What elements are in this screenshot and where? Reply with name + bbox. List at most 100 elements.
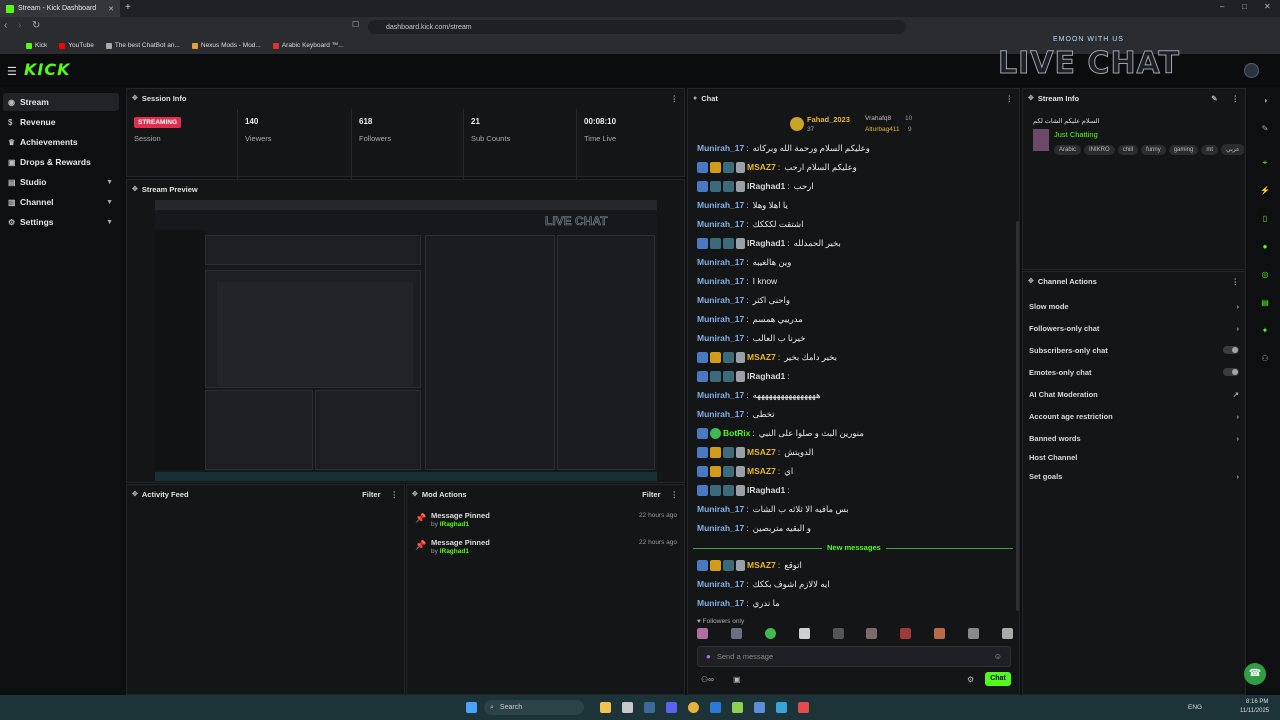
chat-username[interactable]: Munirah_17: [697, 257, 744, 267]
more-options-icon[interactable]: ⋮: [1232, 277, 1240, 286]
more-options-icon[interactable]: ⋮: [391, 490, 399, 499]
chat-username[interactable]: Munirah_17: [697, 390, 744, 400]
emote-icon[interactable]: [1001, 628, 1013, 639]
app-icon[interactable]: [710, 702, 721, 713]
hamburger-menu-icon[interactable]: ☰: [7, 65, 17, 78]
action-host-channel[interactable]: Host Channel: [1029, 450, 1239, 464]
emote-icon[interactable]: [900, 628, 912, 639]
emotes-only-toggle[interactable]: [1223, 368, 1239, 376]
new-tab-button[interactable]: +: [125, 2, 131, 13]
action-slow-mode[interactable]: Slow mode ›: [1029, 299, 1239, 313]
sidebar-item-revenue[interactable]: $ Revenue: [3, 113, 119, 131]
taskbar-search[interactable]: ⌕ Search: [484, 700, 584, 715]
chat-settings-icon[interactable]: ⚙: [967, 675, 974, 684]
bookmark-nexus[interactable]: Nexus Mods - Mod...: [191, 42, 261, 49]
more-options-icon[interactable]: ⋮: [671, 94, 679, 103]
sidebar-item-stream[interactable]: ◉ Stream: [3, 93, 119, 111]
user-avatar[interactable]: [1244, 63, 1259, 78]
drag-handle-icon[interactable]: ✥: [1028, 94, 1034, 102]
rail-people-icon[interactable]: ⚇: [1258, 354, 1272, 368]
chat-scrollbar[interactable]: [1016, 221, 1019, 611]
emote-icon[interactable]: [697, 628, 708, 639]
rail-crosshair-icon[interactable]: ⌖: [1258, 158, 1272, 172]
emote-icon[interactable]: [968, 628, 979, 639]
chat-username[interactable]: lRaghad1: [747, 238, 785, 248]
edit-icon[interactable]: ✎: [1211, 94, 1217, 103]
chat-username[interactable]: BotRix: [723, 428, 750, 438]
more-options-icon[interactable]: ⋮: [1232, 94, 1240, 103]
emote-icon[interactable]: [866, 628, 878, 639]
sidebar-item-channel[interactable]: ▥ Channel ▼: [3, 193, 119, 211]
store-icon[interactable]: [622, 702, 633, 713]
minimize-icon[interactable]: –: [1220, 2, 1224, 11]
close-window-icon[interactable]: ✕: [1264, 2, 1271, 11]
chat-username[interactable]: Munirah_17: [697, 276, 744, 286]
chat-username[interactable]: Munirah_17: [697, 409, 744, 419]
help-chat-bubble-icon[interactable]: ☎: [1244, 663, 1266, 685]
reload-icon[interactable]: ↻: [32, 20, 40, 31]
gift-icon[interactable]: ▣: [733, 675, 741, 684]
rail-info-icon[interactable]: ◑: [1258, 96, 1272, 110]
mod-action-user[interactable]: lRaghad1: [440, 548, 469, 555]
top-user-name[interactable]: Fahad_2023: [807, 115, 850, 124]
forward-icon[interactable]: ›: [18, 20, 21, 31]
rail-lightning-icon[interactable]: ⚡: [1258, 186, 1272, 200]
bookmark-arabic-keyboard[interactable]: Arabic Keyboard ™...: [272, 42, 344, 49]
browser-tab[interactable]: Stream - Kick Dashboard ✕: [0, 0, 120, 17]
rail-broadcast-icon[interactable]: ◎: [1258, 270, 1272, 284]
action-ai-chat-moderation[interactable]: AI Chat Moderation ↗: [1029, 387, 1239, 401]
bookmark-youtube[interactable]: YouTube: [59, 42, 94, 49]
sidebar-item-settings[interactable]: ⚙ Settings ▼: [3, 213, 119, 231]
drag-handle-icon[interactable]: ✥: [132, 490, 138, 498]
action-subscribers-only-chat[interactable]: Subscribers-only chat: [1029, 343, 1239, 357]
chat-username[interactable]: Munirah_17: [697, 333, 744, 343]
clock-time[interactable]: 8:16 PM: [1246, 699, 1268, 705]
brave-icon[interactable]: [798, 702, 809, 713]
subscribers-only-toggle[interactable]: [1223, 346, 1239, 354]
back-icon[interactable]: ‹: [4, 20, 7, 31]
emoji-icon[interactable]: ☺: [994, 652, 1002, 661]
chat-username[interactable]: lRaghad1: [747, 181, 785, 191]
activity-filter-button[interactable]: Filter: [362, 490, 380, 499]
action-followers-only-chat[interactable]: Followers-only chat ›: [1029, 321, 1239, 335]
drag-handle-icon[interactable]: ✥: [1028, 277, 1034, 285]
bookmark-chatbot[interactable]: The best ChatBot an...: [105, 42, 180, 49]
app-icon[interactable]: [776, 702, 787, 713]
chat-username[interactable]: Munirah_17: [697, 598, 744, 608]
drag-handle-icon[interactable]: ✥: [132, 185, 138, 193]
bookmark-page-icon[interactable]: ☐: [352, 20, 359, 29]
action-account-age-restriction[interactable]: Account age restriction ›: [1029, 409, 1239, 423]
close-tab-icon[interactable]: ✕: [108, 5, 114, 13]
chat-tools-icon[interactable]: ⚇∞: [701, 675, 714, 684]
mod-action-user[interactable]: lRaghad1: [440, 521, 469, 528]
chat-username[interactable]: MSAZ7: [747, 466, 776, 476]
drag-handle-icon[interactable]: ✥: [412, 490, 418, 498]
chat-username[interactable]: lRaghad1: [747, 371, 785, 381]
stream-category[interactable]: Just Chatting: [1054, 130, 1098, 139]
microphone-icon[interactable]: ●: [706, 652, 711, 661]
mod-filter-button[interactable]: Filter: [642, 490, 660, 499]
second-user-name[interactable]: Vrahafq8: [865, 115, 891, 122]
windows-start-icon[interactable]: [466, 702, 477, 713]
action-banned-words[interactable]: Banned words ›: [1029, 431, 1239, 445]
chat-username[interactable]: Munirah_17: [697, 579, 744, 589]
clock-date[interactable]: 11/11/2025: [1240, 708, 1269, 714]
chat-username[interactable]: Munirah_17: [697, 295, 744, 305]
sidebar-item-achievements[interactable]: ♛ Achievements: [3, 133, 119, 151]
bookmark-kick[interactable]: Kick: [26, 42, 47, 49]
sidebar-item-studio[interactable]: ▤ Studio ▼: [3, 173, 119, 191]
chat-input[interactable]: ● Send a message ☺: [697, 646, 1011, 667]
emote-icon[interactable]: [798, 628, 810, 639]
discord-icon[interactable]: [666, 702, 677, 713]
chat-username[interactable]: Munirah_17: [697, 200, 744, 210]
drag-handle-icon[interactable]: ✥: [132, 94, 138, 102]
rail-phone-icon[interactable]: ▯: [1258, 214, 1272, 228]
file-explorer-icon[interactable]: [600, 702, 611, 713]
more-options-icon[interactable]: ⋮: [671, 490, 679, 499]
stream-preview-video[interactable]: LIVE CHAT: [155, 200, 657, 481]
maximize-icon[interactable]: □: [1242, 2, 1247, 11]
action-emotes-only-chat[interactable]: Emotes-only chat: [1029, 365, 1239, 379]
rail-edit-icon[interactable]: ✎: [1258, 124, 1272, 138]
emote-icon[interactable]: [730, 628, 742, 639]
rail-tools-icon[interactable]: ✦: [1258, 326, 1272, 340]
